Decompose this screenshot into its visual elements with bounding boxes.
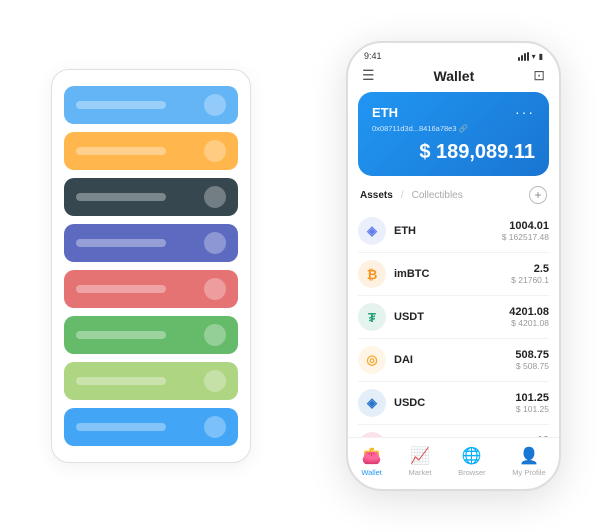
phone-header: ☰ Wallet ⊡ — [348, 65, 559, 92]
asset-right: 1004.01 $ 162517.48 — [502, 220, 549, 242]
asset-name: ETH — [394, 225, 416, 237]
asset-left: ₮ USDT — [358, 303, 424, 331]
asset-row[interactable]: ◎ DAI 508.75 $ 508.75 — [358, 339, 549, 382]
asset-row[interactable]: ₿ imBTC 2.5 $ 21760.1 — [358, 253, 549, 296]
stack-card-bar — [76, 423, 166, 431]
menu-icon[interactable]: ☰ — [362, 67, 375, 84]
stack-card-bar — [76, 101, 166, 109]
asset-left: ₿ imBTC — [358, 260, 429, 288]
nav-icon: 📈 — [410, 446, 430, 466]
asset-row[interactable]: ◈ ETH 1004.01 $ 162517.48 — [358, 210, 549, 253]
asset-left: ◈ USDC — [358, 389, 425, 417]
eth-card-address: 0x08711d3d...8416a78e3 🔗 — [372, 124, 535, 133]
asset-amount: 2.5 — [511, 263, 549, 275]
nav-label: Browser — [458, 468, 486, 477]
signal-icon — [518, 52, 529, 61]
asset-name: USDC — [394, 397, 425, 409]
stack-card-green[interactable] — [64, 316, 238, 354]
asset-right: 508.75 $ 508.75 — [515, 349, 549, 371]
asset-left: ◎ DAI — [358, 346, 413, 374]
phone-mockup: 9:41 ▾ ▮ ☰ Wallet ⊡ ETH ··· — [346, 41, 561, 491]
asset-icon-dai: ◎ — [358, 346, 386, 374]
stack-card-icon — [204, 186, 226, 208]
stack-card-orange[interactable] — [64, 132, 238, 170]
status-bar: 9:41 ▾ ▮ — [348, 43, 559, 65]
eth-card-balance: $ 189,089.11 — [372, 141, 535, 164]
asset-row[interactable]: 🌿 TFT 13 0 — [358, 425, 549, 437]
stack-card-red[interactable] — [64, 270, 238, 308]
nav-label: Wallet — [361, 468, 382, 477]
stack-card-blue-light[interactable] — [64, 86, 238, 124]
stack-card-icon — [204, 370, 226, 392]
wifi-icon: ▾ — [532, 52, 536, 61]
stack-card-icon — [204, 324, 226, 346]
asset-amount: 508.75 — [515, 349, 549, 361]
asset-list: ◈ ETH 1004.01 $ 162517.48 ₿ imBTC 2.5 $ … — [348, 210, 559, 437]
asset-usd: $ 21760.1 — [511, 275, 549, 285]
asset-row[interactable]: ◈ USDC 101.25 $ 101.25 — [358, 382, 549, 425]
battery-icon: ▮ — [539, 52, 543, 61]
add-asset-button[interactable]: + — [529, 186, 547, 204]
asset-amount: 4201.08 — [509, 306, 549, 318]
asset-icon-usdt: ₮ — [358, 303, 386, 331]
asset-usd: $ 4201.08 — [509, 318, 549, 328]
stack-card-blue[interactable] — [64, 408, 238, 446]
nav-item-wallet[interactable]: 👛 Wallet — [361, 446, 382, 477]
tab-assets[interactable]: Assets — [360, 190, 393, 201]
assets-tabs: Assets / Collectibles — [360, 190, 463, 201]
status-time: 9:41 — [364, 51, 382, 61]
card-stack — [51, 69, 251, 463]
stack-card-bar — [76, 377, 166, 385]
assets-header: Assets / Collectibles + — [348, 186, 559, 210]
asset-left: ◈ ETH — [358, 217, 416, 245]
eth-card-top: ETH ··· — [372, 104, 535, 120]
asset-amount: 1004.01 — [502, 220, 549, 232]
nav-label: My Profile — [512, 468, 545, 477]
nav-label: Market — [409, 468, 432, 477]
tab-collectibles[interactable]: Collectibles — [412, 190, 463, 201]
asset-icon-usdc: ◈ — [358, 389, 386, 417]
stack-card-icon — [204, 416, 226, 438]
asset-icon-imbtc: ₿ — [358, 260, 386, 288]
nav-icon: 👤 — [519, 446, 539, 466]
stack-card-icon — [204, 278, 226, 300]
asset-right: 2.5 $ 21760.1 — [511, 263, 549, 285]
stack-card-light-green[interactable] — [64, 362, 238, 400]
asset-right: 4201.08 $ 4201.08 — [509, 306, 549, 328]
status-icons: ▾ ▮ — [518, 52, 543, 61]
nav-icon: 👛 — [362, 446, 382, 466]
stack-card-bar — [76, 147, 166, 155]
stack-card-bar — [76, 239, 166, 247]
asset-usd: $ 101.25 — [515, 404, 549, 414]
asset-name: DAI — [394, 354, 413, 366]
asset-icon-eth: ◈ — [358, 217, 386, 245]
asset-usd: $ 508.75 — [515, 361, 549, 371]
eth-card[interactable]: ETH ··· 0x08711d3d...8416a78e3 🔗 $ 189,0… — [358, 92, 549, 176]
bottom-nav: 👛 Wallet 📈 Market 🌐 Browser 👤 My Profile — [348, 437, 559, 489]
stack-card-icon — [204, 94, 226, 116]
asset-amount: 101.25 — [515, 392, 549, 404]
stack-card-indigo[interactable] — [64, 224, 238, 262]
stack-card-icon — [204, 232, 226, 254]
scan-icon[interactable]: ⊡ — [533, 67, 545, 84]
stack-card-dark-blue-gray[interactable] — [64, 178, 238, 216]
eth-card-label: ETH — [372, 105, 398, 120]
stack-card-bar — [76, 331, 166, 339]
asset-row[interactable]: ₮ USDT 4201.08 $ 4201.08 — [358, 296, 549, 339]
nav-icon: 🌐 — [462, 446, 482, 466]
eth-card-menu[interactable]: ··· — [515, 104, 535, 120]
stack-card-bar — [76, 193, 166, 201]
nav-item-browser[interactable]: 🌐 Browser — [458, 446, 486, 477]
nav-item-my-profile[interactable]: 👤 My Profile — [512, 446, 545, 477]
asset-name: USDT — [394, 311, 424, 323]
asset-name: imBTC — [394, 268, 429, 280]
nav-item-market[interactable]: 📈 Market — [409, 446, 432, 477]
stack-card-bar — [76, 285, 166, 293]
asset-right: 101.25 $ 101.25 — [515, 392, 549, 414]
scene: 9:41 ▾ ▮ ☰ Wallet ⊡ ETH ··· — [21, 21, 581, 511]
asset-usd: $ 162517.48 — [502, 232, 549, 242]
stack-card-icon — [204, 140, 226, 162]
page-title: Wallet — [434, 68, 475, 84]
tab-divider: / — [401, 190, 404, 201]
